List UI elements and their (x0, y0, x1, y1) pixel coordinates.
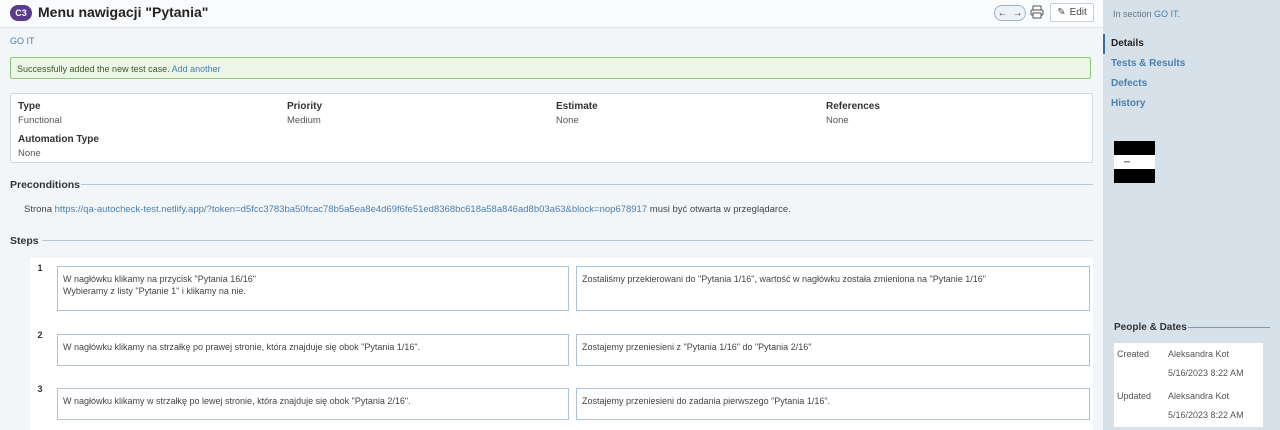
updated-label: Updated (1117, 391, 1152, 401)
step-action: W nagłówku klikamy na przycisk "Pytania … (57, 266, 569, 311)
precondition-url-link[interactable]: https://qa-autocheck-test.netlify.app/?t… (55, 204, 648, 215)
field-priority-value: Medium (287, 115, 321, 126)
people-dates-panel: Created Aleksandra Kot 5/16/2023 8:22 AM… (1114, 343, 1263, 427)
people-dates-divider (1188, 327, 1270, 328)
field-estimate: Estimate None (556, 101, 598, 126)
add-another-link[interactable]: Add another (172, 64, 221, 74)
precondition-suffix: musi być otwarta w przeglądarce. (649, 204, 791, 215)
step-action-line: W nagłówku klikamy na strzałkę po prawej… (63, 342, 421, 352)
precondition-prefix: Strona (24, 204, 52, 215)
step-expected-result: Zostajemy przeniesieni z "Pytania 1/16" … (576, 334, 1090, 366)
step-action: W nagłówku klikamy w strzałkę po lewej s… (57, 388, 569, 420)
field-references-label: References (826, 101, 880, 112)
page-header: C3 Menu nawigacji "Pytania" ← → ✎ Edit (0, 0, 1103, 28)
preconditions-divider (81, 184, 1093, 185)
people-dates-heading: People & Dates (1114, 322, 1187, 333)
in-section-link[interactable]: GO IT. (1154, 9, 1180, 19)
field-references-value: None (826, 115, 849, 126)
edit-label: Edit (1069, 7, 1087, 18)
page-title: Menu nawigacji "Pytania" (38, 4, 209, 20)
field-references: References None (826, 101, 880, 126)
case-navigation[interactable]: ← → (994, 5, 1026, 21)
step-number: 2 (30, 327, 50, 343)
print-icon[interactable] (1030, 5, 1044, 19)
field-automation-label: Automation Type (18, 134, 99, 145)
edit-button[interactable]: ✎ Edit (1050, 3, 1094, 22)
field-estimate-value: None (556, 115, 579, 126)
field-automation-value: None (18, 148, 41, 159)
preconditions-text: Strona https://qa-autocheck-test.netlify… (24, 204, 791, 215)
field-type: Type Functional (18, 101, 62, 126)
sidebar-item-history[interactable]: History (1110, 94, 1280, 114)
step-number: 1 (30, 260, 50, 276)
main-content: C3 Menu nawigacji "Pytania" ← → ✎ Edit G… (0, 0, 1103, 430)
success-alert: Successfully added the new test case. Ad… (10, 57, 1091, 79)
step-number: 3 (30, 381, 50, 397)
updated-at: 5/16/2023 8:22 AM (1168, 410, 1244, 420)
field-priority: Priority Medium (287, 101, 322, 126)
created-label: Created (1117, 349, 1150, 359)
in-section-label: In section (1113, 9, 1152, 19)
sidebar-item-details[interactable]: Details (1103, 34, 1280, 54)
updated-by: Aleksandra Kot (1168, 391, 1230, 401)
pencil-icon: ✎ (1057, 7, 1066, 18)
in-section-info: In section GO IT. (1113, 9, 1180, 19)
arrow-left-icon[interactable]: ← (998, 8, 1008, 19)
step-action-line: W nagłówku klikamy na przycisk "Pytania … (63, 274, 256, 284)
step-expected-result: Zostajemy przeniesieni do zadania pierws… (576, 388, 1090, 420)
step-action-line: Wybieramy z listy "Pytanie 1" i klikamy … (63, 286, 246, 296)
field-automation-type: Automation Type None (18, 134, 99, 159)
field-priority-label: Priority (287, 101, 323, 112)
steps-heading: Steps (10, 235, 39, 247)
success-message: Successfully added the new test case. (17, 64, 170, 74)
field-type-value: Functional (18, 115, 62, 126)
created-at: 5/16/2023 8:22 AM (1168, 368, 1244, 378)
arrow-right-icon[interactable]: → (1013, 8, 1023, 19)
step-action-line: W nagłówku klikamy w strzałkę po lewej s… (63, 396, 411, 406)
steps-divider (42, 240, 1093, 241)
thumbnail-image[interactable] (1114, 141, 1155, 183)
step-action: W nagłówku klikamy na strzałkę po prawej… (57, 334, 569, 366)
sidebar-item-defects[interactable]: Defects (1110, 74, 1280, 94)
field-type-label: Type (18, 101, 41, 112)
preconditions-heading: Preconditions (10, 179, 81, 191)
created-by: Aleksandra Kot (1168, 349, 1230, 359)
sidebar-item-tests-results[interactable]: Tests & Results (1110, 54, 1280, 74)
field-estimate-label: Estimate (556, 101, 598, 112)
breadcrumb[interactable]: GO IT (10, 36, 35, 46)
case-fields-panel: Type Functional Priority Medium Estimate… (10, 93, 1093, 163)
step-expected-result: Zostaliśmy przekierowani do "Pytania 1/1… (576, 266, 1090, 311)
case-id-badge: C3 (10, 5, 32, 21)
sidebar-nav: Details Tests & Results Defects History (1103, 34, 1280, 114)
